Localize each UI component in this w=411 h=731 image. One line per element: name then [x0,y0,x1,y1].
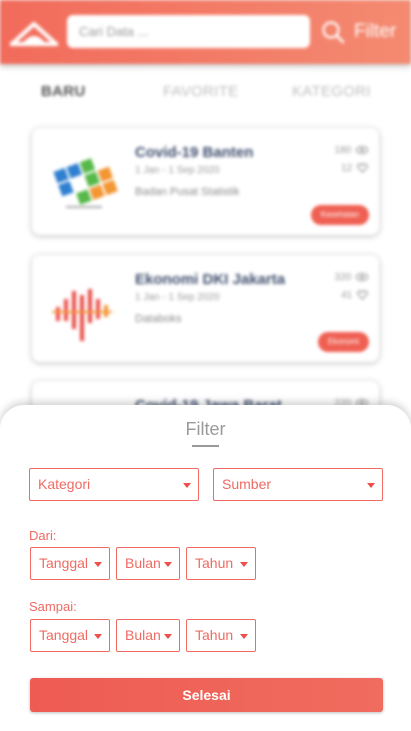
filter-bottom-sheet: Filter Kategori Sumber Dari: Tanggal Bul… [0,405,411,731]
sampai-bulan-value: Bulan [125,627,161,643]
sumber-value: Sumber [222,476,272,492]
caret-down-icon [164,634,172,639]
sampai-tahun-value: Tahun [195,627,234,643]
tab-baru[interactable]: BARU [41,83,86,100]
app-header: Cari Data ... Filter [0,0,411,64]
caret-down-icon [240,634,248,639]
sheet-title: Filter [185,419,226,439]
bps-logo-icon [44,142,124,222]
sampai-tanggal-dropdown[interactable]: Tanggal [30,619,110,652]
dari-tanggal-dropdown[interactable]: Tanggal [30,547,110,580]
dari-bulan-value: Bulan [125,555,161,571]
dari-tahun-dropdown[interactable]: Tahun [186,547,256,580]
dari-label: Dari: [29,528,57,543]
databoks-logo-icon [44,269,124,349]
caret-down-icon [183,483,191,488]
app-logo-icon[interactable] [10,18,58,46]
card-title: Ekonomi DKI Jakarta [135,271,286,288]
eye-icon [356,146,368,155]
heart-icon[interactable] [357,163,368,174]
card-source: Databoks [135,313,182,325]
sumber-dropdown[interactable]: Sumber [213,468,383,501]
dataset-card[interactable]: Ekonomi DKI Jakarta 1 Jan - 1 Sep 2020 D… [32,255,379,362]
category-badge: Ekonomi [317,332,369,352]
dari-tahun-value: Tahun [195,555,234,571]
sampai-bulan-dropdown[interactable]: Bulan [116,619,180,652]
card-date: 1 Jan - 1 Sep 2020 [135,292,220,303]
search-icon[interactable] [321,20,345,44]
search-input[interactable]: Cari Data ... [67,15,310,48]
tab-kategori[interactable]: KATEGORI [292,83,371,100]
card-date: 1 Jan - 1 Sep 2020 [135,165,220,176]
sheet-drag-handle[interactable] [192,445,219,447]
caret-down-icon [94,634,102,639]
category-badge: Kesehatan [310,205,369,225]
sampai-tanggal-value: Tanggal [39,627,89,643]
caret-down-icon [367,483,375,488]
heart-icon[interactable] [357,290,368,301]
views-count: 180 [334,145,352,156]
kategori-dropdown[interactable]: Kategori [29,468,199,501]
tab-bar: BARU FAVORITE KATEGORI [0,80,411,106]
card-likes: 12 [341,163,368,174]
card-views: 320 [335,272,368,283]
dari-bulan-dropdown[interactable]: Bulan [116,547,180,580]
caret-down-icon [240,562,248,567]
tab-favorite[interactable]: FAVORITE [163,83,238,100]
likes-count: 12 [341,163,353,174]
card-views: 180 [335,145,368,156]
card-title: Covid-19 Banten [135,144,254,161]
filter-button[interactable]: Filter [354,20,396,44]
card-likes: 41 [341,290,368,301]
card-source: Badan Pusat Statistik [135,186,240,198]
kategori-value: Kategori [38,476,91,492]
sampai-label: Sampai: [29,599,77,614]
caret-down-icon [94,562,102,567]
sampai-tahun-dropdown[interactable]: Tahun [186,619,256,652]
caret-down-icon [164,562,172,567]
dari-tanggal-value: Tanggal [39,555,89,571]
views-count: 320 [334,272,352,283]
eye-icon [356,273,368,282]
dataset-card[interactable]: Covid-19 Banten 1 Jan - 1 Sep 2020 Badan… [32,128,379,235]
likes-count: 41 [341,290,353,301]
selesai-button[interactable]: Selesai [30,678,383,712]
